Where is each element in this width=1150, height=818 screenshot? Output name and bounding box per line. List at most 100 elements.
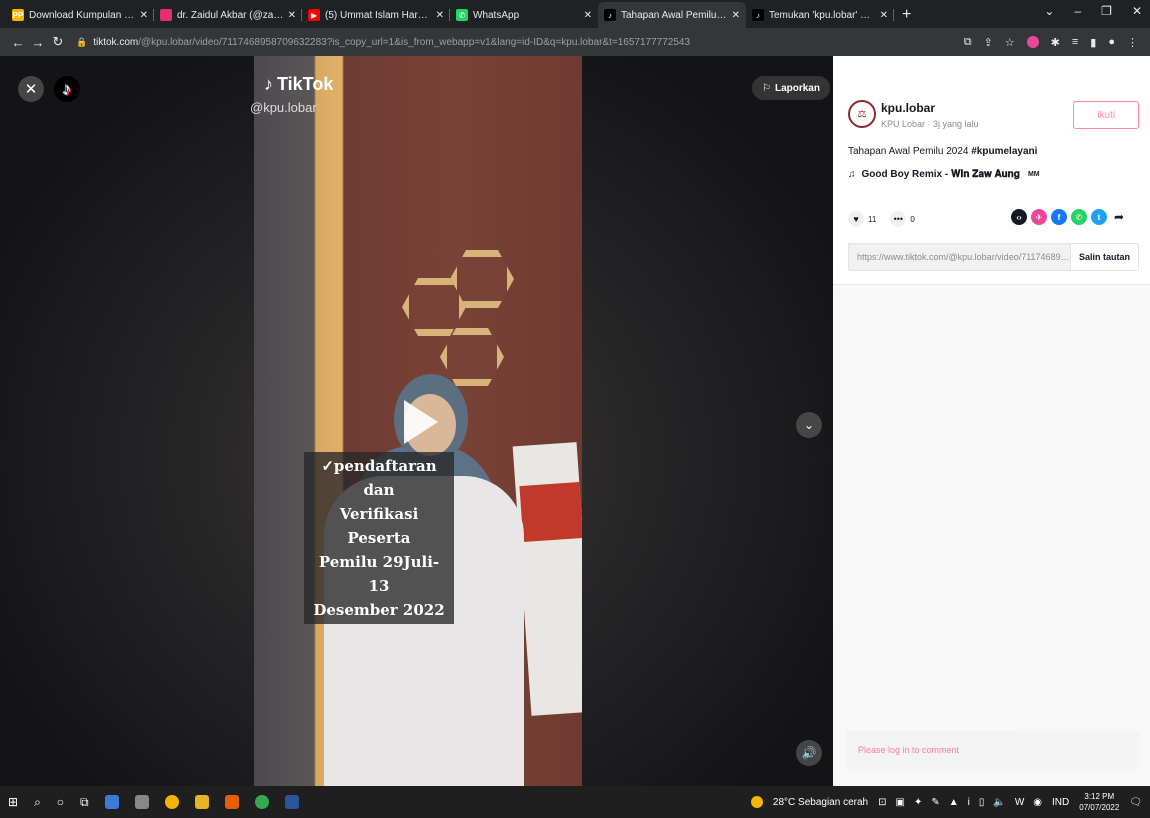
video-link-url[interactable]: https://www.tiktok.com/@kpu.lobar/video/… <box>849 252 1070 262</box>
browser-tab[interactable]: PP Download Kumpulan 160+ Resep ✕ <box>6 2 154 28</box>
whatsapp-share-icon[interactable]: ✆ <box>1071 209 1087 225</box>
follow-button[interactable]: Ikuti <box>1073 101 1139 129</box>
heart-icon[interactable]: ♥ <box>848 211 864 227</box>
video-description: Tahapan Awal Pemilu 2024 #kpumelayani <box>848 146 1037 157</box>
tab-close-icon[interactable]: ✕ <box>584 10 592 21</box>
cortana-icon[interactable]: ○ <box>57 795 64 809</box>
like-stat: ♥ 11 <box>848 211 876 227</box>
address-host: tiktok.com <box>93 36 139 48</box>
play-icon[interactable] <box>404 400 438 444</box>
comment-stat: ••• 0 <box>890 211 915 227</box>
copy-link-button[interactable]: Salin tautan <box>1069 244 1138 270</box>
active-chrome-icon[interactable] <box>254 795 269 809</box>
like-count: 11 <box>868 214 877 224</box>
volume-icon[interactable]: 🔊 <box>796 740 822 766</box>
tab-favicon-icon: ✆ <box>456 9 468 21</box>
edit-app-icon[interactable] <box>134 795 149 809</box>
share-page-icon[interactable]: ⇪ <box>984 36 993 49</box>
tab-title: Tahapan Awal Pemilu 2024 #kpu <box>621 9 728 21</box>
task-view-icon[interactable]: ⧉ <box>80 795 89 810</box>
comment-icon[interactable]: ••• <box>890 211 907 227</box>
tab-search-icon[interactable]: ⌄ <box>1044 4 1054 18</box>
tab-close-icon[interactable]: ✕ <box>288 10 296 21</box>
login-to-comment[interactable]: Please log in to comment <box>846 731 1140 769</box>
browser-tab[interactable]: ♪ Tahapan Awal Pemilu 2024 #kpu ✕ <box>598 2 746 28</box>
share-arrow-icon[interactable]: ➦ <box>1111 209 1127 225</box>
tab-close-icon[interactable]: ✕ <box>732 10 740 21</box>
report-button[interactable]: ⚐ Laporkan <box>752 76 830 100</box>
tray-icon[interactable]: ✦ <box>914 797 922 808</box>
copy-link-box: https://www.tiktok.com/@kpu.lobar/video/… <box>848 243 1139 271</box>
minimize-button[interactable]: – <box>1074 4 1081 18</box>
extension-icon[interactable] <box>1026 36 1039 48</box>
reading-list-icon[interactable]: ≡ <box>1072 36 1078 48</box>
tab-close-icon[interactable]: ✕ <box>880 10 888 21</box>
music-info[interactable]: ♫ Good Boy Remix - 𝐖𝐢𝐧 𝐙𝐚𝐰 𝐀𝐮𝐧𝐠 MM <box>848 169 1040 180</box>
weather-icon <box>750 796 763 808</box>
extensions-puzzle-icon[interactable]: ✱ <box>1051 36 1060 49</box>
caption-line: Verifikasi Peserta <box>339 505 419 547</box>
browser-toolbar: ← → ↻ 🔒 tiktok.com /@kpu.lobar/video/711… <box>0 28 1150 56</box>
battery-icon[interactable]: ▯ <box>979 797 985 808</box>
menu-kebab-icon[interactable]: ⋮ <box>1127 36 1138 49</box>
tray-icon[interactable]: ✎ <box>931 797 939 808</box>
windows-start-icon[interactable]: ⊞ <box>8 795 18 809</box>
tray-icon[interactable]: ⊡ <box>878 797 886 808</box>
music-note-icon: ♫ <box>848 169 856 180</box>
avatar[interactable]: ⚖ <box>848 100 876 128</box>
page-content: ♪ TikTok @kpu.lobar ✓pendaftaran dan Veri… <box>0 56 1150 786</box>
side-panel-icon[interactable]: ▮ <box>1090 36 1096 49</box>
user-subtitle: KPU Lobar · 3j yang lalu <box>881 119 979 129</box>
browser-tab[interactable]: ▶ (5) Ummat Islam Harus Seha ✕ <box>302 2 450 28</box>
flag-icon: ⚐ <box>762 82 771 94</box>
username[interactable]: kpu.lobar <box>881 101 935 115</box>
notification-icon[interactable]: 🗨 <box>1129 797 1142 808</box>
install-icon[interactable]: ⧉ <box>964 36 972 49</box>
tray-icon[interactable]: i <box>968 797 970 808</box>
tab-close-icon[interactable]: ✕ <box>140 10 148 21</box>
file-explorer-icon[interactable] <box>194 795 209 809</box>
close-icon[interactable]: ✕ <box>18 76 44 102</box>
maximize-button[interactable]: ❐ <box>1101 4 1112 18</box>
bookmark-star-icon[interactable]: ☆ <box>1005 36 1015 49</box>
video-info: ⚖ kpu.lobar KPU Lobar · 3j yang lalu Iku… <box>833 56 1150 284</box>
tray-icon[interactable]: ▣ <box>895 797 904 808</box>
messenger-share-icon[interactable]: ✈ <box>1031 209 1047 225</box>
chrome-app-icon[interactable] <box>164 795 179 809</box>
browser-tab[interactable]: ♪ Temukan 'kpu.lobar' di TikTok | P ✕ <box>746 2 894 28</box>
hashtag-link[interactable]: #kpumelayani <box>971 146 1037 157</box>
search-icon[interactable]: ⌕ <box>34 795 41 810</box>
music-title: Good Boy Remix - 𝐖𝐢𝐧 𝐙𝐚𝐰 𝐀𝐮𝐧𝐠 <box>861 169 1020 180</box>
embed-share-icon[interactable]: ‹› <box>1011 209 1027 225</box>
tiktok-logo-icon[interactable]: ♪ <box>54 76 80 102</box>
browser-tab[interactable]: dr. Zaidul Akbar (@zaidulakbar) • ✕ <box>154 2 302 28</box>
browser-tab[interactable]: ✆ WhatsApp ✕ <box>450 2 598 28</box>
word-app-icon[interactable] <box>284 795 299 809</box>
firefox-app-icon[interactable] <box>224 795 239 809</box>
comment-list <box>833 284 1150 712</box>
clock[interactable]: 3:12 PM 07/07/2022 <box>1079 791 1119 813</box>
video-player[interactable]: ♪ TikTok @kpu.lobar ✓pendaftaran dan Veri… <box>0 56 833 786</box>
reload-button[interactable]: ↻ <box>48 34 68 50</box>
tab-title: WhatsApp <box>473 9 520 21</box>
new-tab-button[interactable]: + <box>894 2 919 28</box>
language-indicator[interactable]: IND <box>1052 797 1069 808</box>
word-tray-icon[interactable]: W <box>1015 797 1024 808</box>
back-button[interactable]: ← <box>8 35 28 50</box>
tab-separator <box>893 9 894 21</box>
network-icon[interactable]: ◉ <box>1033 797 1042 808</box>
tiktok-note-icon: ♪ <box>264 74 273 94</box>
speaker-icon[interactable]: 🔈 <box>993 797 1005 808</box>
tab-close-icon[interactable]: ✕ <box>436 10 444 21</box>
mail-app-icon[interactable] <box>104 795 119 809</box>
caption-line: Desember 2022 <box>313 601 445 619</box>
close-window-button[interactable]: ✕ <box>1132 4 1142 18</box>
chevron-down-icon[interactable]: ⌄ <box>796 412 822 438</box>
weather-text[interactable]: 28°C Sebagian cerah <box>773 797 868 808</box>
profile-icon[interactable]: ● <box>1108 36 1115 48</box>
tray-icon[interactable]: ▲ <box>949 797 959 808</box>
facebook-share-icon[interactable]: f <box>1051 209 1067 225</box>
forward-button[interactable]: → <box>28 35 48 50</box>
twitter-share-icon[interactable]: t <box>1091 209 1107 225</box>
address-bar[interactable]: 🔒 tiktok.com /@kpu.lobar/video/711746895… <box>76 31 964 53</box>
